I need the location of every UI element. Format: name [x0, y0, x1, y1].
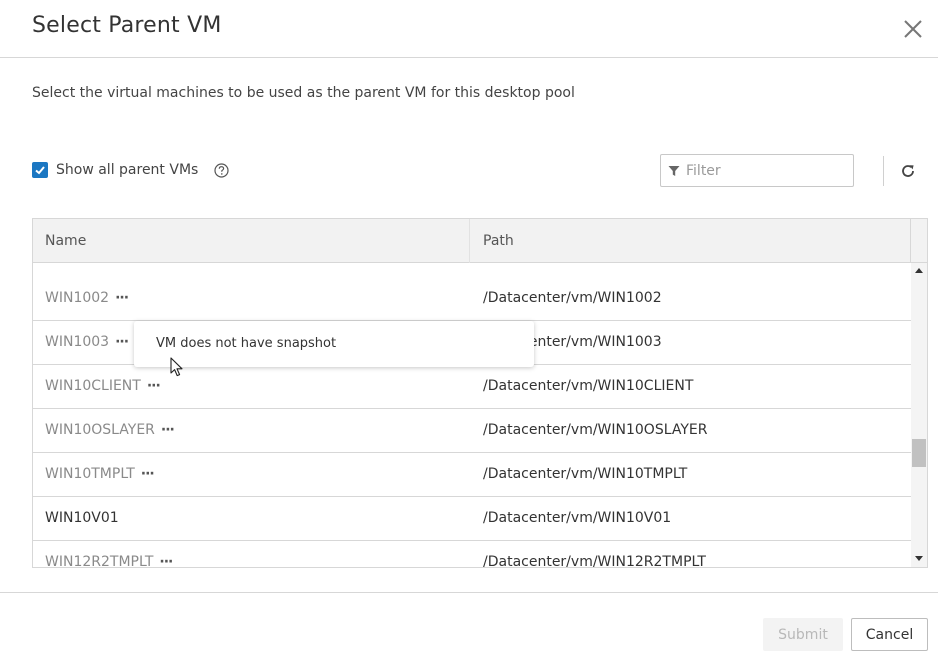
- vm-name: WIN10TMPLT: [45, 466, 135, 482]
- column-header-path[interactable]: Path: [483, 233, 514, 249]
- vm-name-cell: WIN10V01: [45, 510, 119, 526]
- more-info-icon[interactable]: ···: [115, 334, 129, 350]
- vm-name: WIN10OSLAYER: [45, 422, 155, 438]
- parent-vm-grid: Name Path WIN1002 ··· /Datacenter/vm/WIN10…: [32, 218, 928, 568]
- vm-name: WIN1002: [45, 290, 110, 306]
- vm-path-cell: /Datacenter/vm/WIN10TMPLT: [483, 466, 688, 482]
- table-row[interactable]: WIN10CLIENT ··· /Datacenter/vm/WIN10CLIENT: [33, 365, 911, 409]
- vm-path-cell: /Datacenter/vm/WIN1002: [483, 290, 662, 306]
- more-info-icon[interactable]: ···: [115, 290, 129, 306]
- filter-input[interactable]: [686, 162, 846, 179]
- vm-name-cell: WIN12R2TMPLT ···: [45, 554, 173, 568]
- check-icon: [35, 166, 45, 175]
- show-all-parent-vms-option: Show all parent VMs: [32, 160, 229, 180]
- table-row[interactable]: WIN10TMPLT ··· /Datacenter/vm/WIN10TMPLT: [33, 453, 911, 497]
- show-all-checkbox[interactable]: [32, 162, 48, 178]
- select-parent-vm-dialog: Select Parent VM Select the virtual mach…: [0, 0, 938, 657]
- vm-name: WIN12R2TMPLT: [45, 554, 154, 568]
- scrollbar-thumb[interactable]: [912, 439, 926, 467]
- filter-icon: [668, 165, 680, 176]
- close-button[interactable]: [900, 16, 926, 42]
- column-header-name[interactable]: Name: [45, 233, 86, 249]
- vm-path-cell: /Datacenter/vm/WIN12R2TMPLT: [483, 554, 706, 568]
- cancel-button[interactable]: Cancel: [851, 618, 928, 651]
- vm-path-cell: /Datacenter/vm/WIN10V01: [483, 510, 672, 526]
- vm-name: WIN10V01: [45, 510, 119, 526]
- mouse-cursor-icon: [170, 357, 183, 377]
- refresh-icon: [902, 165, 914, 177]
- vm-path-cell: /Datacenter/vm/WIN10OSLAYER: [483, 422, 708, 438]
- column-resize-handle[interactable]: [469, 219, 470, 263]
- help-icon[interactable]: [214, 162, 229, 178]
- tooltip-text: VM does not have snapshot: [156, 336, 337, 351]
- scroll-up-arrow-icon[interactable]: [915, 268, 923, 273]
- snapshot-tooltip: VM does not have snapshot: [134, 321, 534, 367]
- show-all-label: Show all parent VMs: [56, 162, 199, 178]
- table-row[interactable]: WIN10OSLAYER ··· /Datacenter/vm/WIN10OSLAY…: [33, 409, 911, 453]
- toolbar-divider: [883, 156, 884, 186]
- vm-name: WIN10CLIENT: [45, 378, 141, 394]
- more-info-icon[interactable]: ···: [161, 422, 175, 438]
- vm-name-cell: WIN1002 ···: [45, 290, 129, 306]
- vm-name-cell: WIN1003 ···: [45, 334, 129, 350]
- scroll-down-arrow-icon[interactable]: [915, 556, 923, 561]
- vm-name-cell: WIN10TMPLT ···: [45, 466, 155, 482]
- header-divider: [910, 219, 911, 263]
- table-row[interactable]: WIN10V01/Datacenter/vm/WIN10V01: [33, 497, 911, 541]
- submit-button[interactable]: Submit: [763, 618, 843, 651]
- grid-header: Name Path: [33, 219, 927, 263]
- dialog-footer: Submit Cancel: [0, 592, 938, 657]
- more-info-icon[interactable]: ···: [141, 466, 155, 482]
- grid-rows: WIN1002 ··· /Datacenter/vm/WIN1002 WIN1003 ·…: [33, 263, 911, 568]
- dialog-header: Select Parent VM: [0, 0, 938, 58]
- dialog-title: Select Parent VM: [32, 13, 222, 38]
- vm-name-cell: WIN10OSLAYER ···: [45, 422, 175, 438]
- filter-box: [660, 154, 854, 187]
- vm-name-cell: WIN10CLIENT ···: [45, 378, 161, 394]
- refresh-button[interactable]: [899, 162, 917, 180]
- more-info-icon[interactable]: ···: [159, 554, 173, 567]
- dialog-description: Select the virtual machines to be used a…: [32, 85, 575, 101]
- grid-scrollbar[interactable]: [911, 263, 927, 567]
- table-row[interactable]: WIN1002 ··· /Datacenter/vm/WIN1002: [33, 277, 911, 321]
- vm-path-cell: /Datacenter/vm/WIN10CLIENT: [483, 378, 694, 394]
- more-info-icon[interactable]: ···: [147, 378, 161, 394]
- table-row[interactable]: WIN12R2TMPLT ··· /Datacenter/vm/WIN12R2TMP…: [33, 541, 911, 568]
- close-icon: [904, 20, 922, 38]
- vm-name: WIN1003: [45, 334, 110, 350]
